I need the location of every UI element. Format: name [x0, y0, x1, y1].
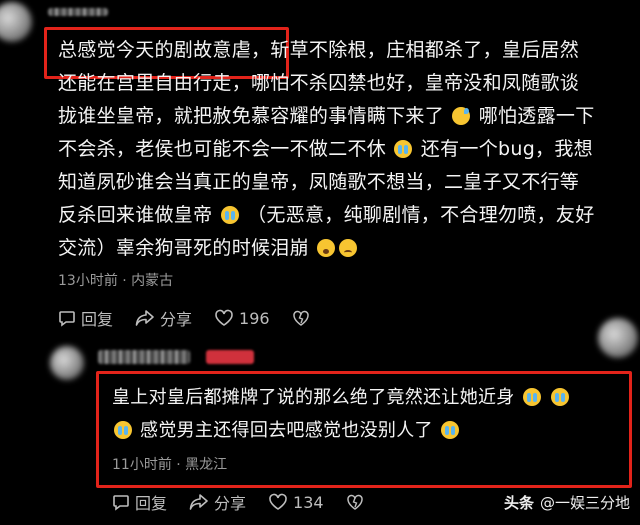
- like-icon: [269, 493, 287, 510]
- dislike-button[interactable]: [346, 493, 369, 511]
- avatar[interactable]: [0, 2, 32, 42]
- crying-emoji-icon: [440, 421, 459, 439]
- reply-icon: [59, 311, 75, 327]
- reply-meta: 11小时前 · 黑龙江: [112, 457, 228, 473]
- comment-actions: 回复 分享 196: [58, 306, 337, 330]
- crying-emoji-icon: [394, 140, 413, 158]
- reply-icon: [113, 495, 129, 511]
- dislike-icon: [346, 494, 363, 510]
- share-button[interactable]: 分享: [189, 490, 246, 514]
- author-badge-blurred: [206, 350, 254, 364]
- fearful-emoji-icon: [317, 239, 336, 257]
- username-blurred[interactable]: [98, 350, 190, 364]
- crying-emoji-icon: [522, 388, 541, 406]
- share-label: 分享: [160, 310, 193, 329]
- share-button[interactable]: 分享: [135, 306, 192, 330]
- reply-button[interactable]: 回复: [58, 306, 113, 330]
- reply-button[interactable]: 回复: [112, 490, 167, 514]
- sad-emoji-icon: [339, 239, 358, 257]
- reply-text: 皇上对皇后都摊牌了说的那么绝了竟然还让她近身 感觉男主还得回去吧感觉也没别人了: [112, 381, 624, 447]
- reply-text-line: 感觉男主还得回去吧感觉也没别人了: [140, 420, 433, 441]
- share-label: 分享: [214, 494, 247, 513]
- dislike-icon: [292, 310, 309, 326]
- share-icon: [135, 310, 154, 326]
- like-icon: [215, 309, 233, 326]
- crying-emoji-icon: [550, 388, 569, 406]
- comment-text: 总感觉今天的剧故意虐，斩草不除根，庄相都杀了，皇后居然 还能在宫里自由行走，哪怕…: [58, 34, 638, 265]
- reply-text-line: 皇上对皇后都摊牌了说的那么绝了竟然还让她近身: [112, 387, 515, 408]
- like-count: 196: [239, 308, 270, 328]
- crying-emoji-icon: [114, 421, 132, 439]
- like-count: 134: [293, 492, 324, 512]
- watermark-account: @一娱三分地: [539, 494, 630, 512]
- reply-actions: 回复 分享 134: [112, 490, 391, 514]
- share-icon: [189, 494, 208, 510]
- like-button[interactable]: 134: [268, 493, 324, 512]
- username-blurred[interactable]: [48, 8, 108, 16]
- avatar[interactable]: [50, 346, 84, 380]
- dislike-button[interactable]: [292, 309, 315, 327]
- watermark-brand: 头条: [503, 494, 534, 512]
- watermark: 头条 @一娱三分地: [504, 492, 630, 513]
- reply-label: 回复: [81, 310, 114, 329]
- crying-emoji-icon: [220, 206, 239, 224]
- reply-label: 回复: [135, 494, 168, 513]
- like-button[interactable]: 196: [214, 309, 270, 328]
- side-avatar-blurred: [598, 318, 638, 358]
- comment-meta: 13小时前 · 内蒙古: [58, 273, 174, 289]
- sweat-emoji-icon: [452, 107, 471, 125]
